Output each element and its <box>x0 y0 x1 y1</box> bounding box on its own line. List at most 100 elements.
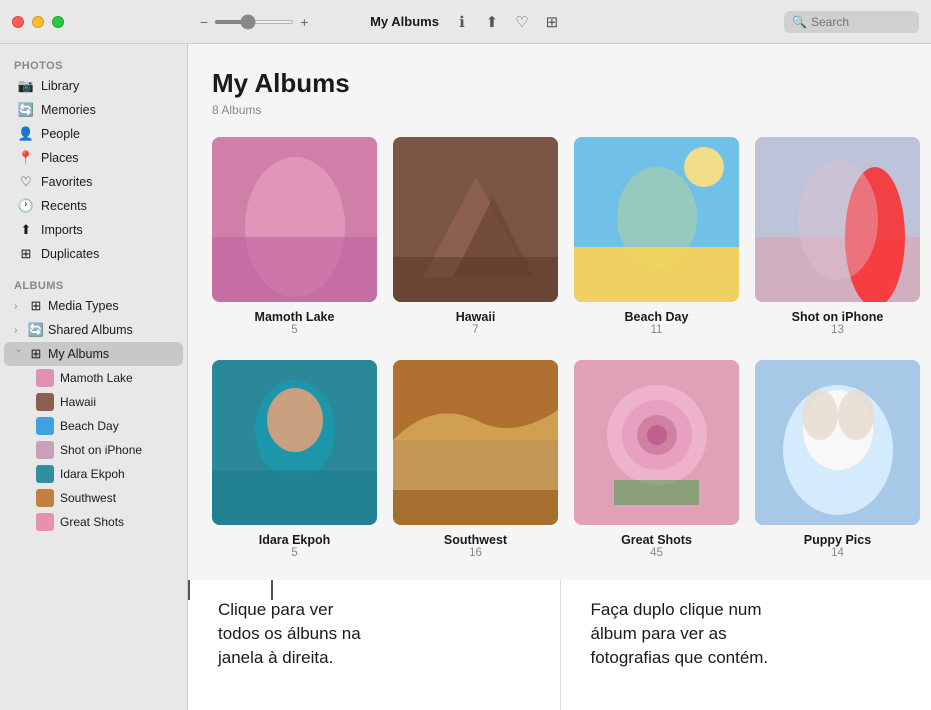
sidebar-group-shared-albums[interactable]: › 🔄 Shared Albums <box>4 318 183 342</box>
favorites-icon: ♡ <box>18 174 34 190</box>
album-thumbnail <box>755 137 920 302</box>
add-to-album-icon[interactable]: ⊞ <box>543 13 561 31</box>
sidebar-item-label: Recents <box>41 199 173 213</box>
annotation-text-left: Clique para vertodos os álbuns najanela … <box>218 598 361 669</box>
album-item-hawaii[interactable]: Hawaii 7 <box>393 137 558 336</box>
album-thumbnail <box>212 137 377 302</box>
sidebar-subitem-shot-on-iphone[interactable]: Shot on iPhone <box>4 438 183 462</box>
sidebar-subitem-southwest[interactable]: Southwest <box>4 486 183 510</box>
albums-grid: Mamoth Lake 5 Hawaii 7 <box>212 137 907 579</box>
sidebar-group-label: My Albums <box>48 347 109 361</box>
album-thumbnail <box>212 360 377 525</box>
search-input[interactable] <box>811 15 911 29</box>
sidebar-item-duplicates[interactable]: ⊞ Duplicates <box>4 242 183 266</box>
sidebar-item-places[interactable]: 📍 Places <box>4 146 183 170</box>
album-name: Mamoth Lake <box>255 310 335 324</box>
maximize-button[interactable] <box>52 16 64 28</box>
album-item-beach-day[interactable]: Beach Day 11 <box>574 137 739 336</box>
album-thumbnail <box>574 360 739 525</box>
album-count: 16 <box>469 547 482 559</box>
recents-icon: 🕐 <box>18 198 34 214</box>
traffic-lights <box>12 16 64 28</box>
shared-albums-icon: 🔄 <box>28 322 44 338</box>
sidebar-item-people[interactable]: 👤 People <box>4 122 183 146</box>
album-item-mamoth-lake[interactable]: Mamoth Lake 5 <box>212 137 377 336</box>
zoom-in-button[interactable]: + <box>300 14 308 30</box>
sidebar-subitem-beach-day[interactable]: Beach Day <box>4 414 183 438</box>
sidebar-group-label: Media Types <box>48 299 119 313</box>
album-thumb-mini <box>36 489 54 507</box>
sidebar-item-imports[interactable]: ⬆ Imports <box>4 218 183 242</box>
favorite-icon[interactable]: ♡ <box>513 13 531 31</box>
main-content: My Albums 8 Albums Mamoth Lake 5 <box>188 44 931 580</box>
album-thumbnail <box>393 360 558 525</box>
sidebar-item-memories[interactable]: 🔄 Memories <box>4 98 183 122</box>
album-count: 5 <box>291 547 297 559</box>
sidebar-item-label: Favorites <box>41 175 173 189</box>
sidebar-section-albums: Albums <box>0 274 187 294</box>
zoom-out-button[interactable]: − <box>200 14 208 30</box>
sidebar-item-recents[interactable]: 🕐 Recents <box>4 194 183 218</box>
album-count: 13 <box>831 324 844 336</box>
album-name: Idara Ekpoh <box>259 533 331 547</box>
album-count: 7 <box>472 324 478 336</box>
sidebar-subitem-label: Hawaii <box>60 395 96 409</box>
minimize-button[interactable] <box>32 16 44 28</box>
sidebar-group-media-types[interactable]: › ⊞ Media Types <box>4 294 183 318</box>
media-types-icon: ⊞ <box>28 298 44 314</box>
album-thumbnail <box>393 137 558 302</box>
my-albums-icon: ⊞ <box>28 346 44 362</box>
albums-count: 8 Albums <box>212 103 907 117</box>
sidebar-subitem-hawaii[interactable]: Hawaii <box>4 390 183 414</box>
sidebar-group-my-albums[interactable]: › ⊞ My Albums <box>4 342 183 366</box>
album-thumbnail <box>755 360 920 525</box>
annotation-overlay: Clique para vertodos os álbuns najanela … <box>188 580 931 710</box>
annotation-right: Faça duplo clique numálbum para ver asfo… <box>560 580 931 710</box>
titlebar-icons: ℹ ⬆ ♡ ⊞ <box>453 13 561 31</box>
sidebar-item-label: Memories <box>41 103 173 117</box>
sidebar-subitem-label: Great Shots <box>60 515 124 529</box>
album-item-southwest[interactable]: Southwest 16 <box>393 360 558 559</box>
sidebar-subitem-mamoth-lake[interactable]: Mamoth Lake <box>4 366 183 390</box>
page-title: My Albums <box>212 68 907 99</box>
sidebar-subitem-label: Beach Day <box>60 419 119 433</box>
album-item-puppy-pics[interactable]: Puppy Pics 14 <box>755 360 920 559</box>
search-box[interactable]: 🔍 <box>784 11 919 33</box>
sidebar-item-favorites[interactable]: ♡ Favorites <box>4 170 183 194</box>
people-icon: 👤 <box>18 126 34 142</box>
sidebar-subitem-idara-ekpoh[interactable]: Idara Ekpoh <box>4 462 183 486</box>
album-item-great-shots[interactable]: Great Shots 45 <box>574 360 739 559</box>
share-icon[interactable]: ⬆ <box>483 13 501 31</box>
titlebar-title: My Albums <box>370 14 439 29</box>
sidebar-item-label: Duplicates <box>41 247 173 261</box>
sidebar-item-library[interactable]: 📷 Library <box>4 74 183 98</box>
chevron-down-icon: › <box>14 349 24 359</box>
sidebar-subitem-great-shots[interactable]: Great Shots <box>4 510 183 534</box>
album-item-idara-ekpoh[interactable]: Idara Ekpoh 5 <box>212 360 377 559</box>
app-body: Photos 📷 Library 🔄 Memories 👤 People 📍 P… <box>0 44 931 710</box>
sidebar-item-label: People <box>41 127 173 141</box>
sidebar-item-label: Library <box>41 79 173 93</box>
titlebar-center: My Albums ℹ ⬆ ♡ ⊞ <box>370 13 561 31</box>
album-thumb-mini <box>36 393 54 411</box>
zoom-slider-area: − + <box>200 14 308 30</box>
sidebar-item-label: Places <box>41 151 173 165</box>
album-thumb-mini <box>36 417 54 435</box>
sidebar-group-label: Shared Albums <box>48 323 133 337</box>
chevron-right-icon: › <box>14 301 24 311</box>
sidebar-subitem-label: Idara Ekpoh <box>60 467 125 481</box>
album-thumb-mini <box>36 441 54 459</box>
album-count: 11 <box>651 324 663 336</box>
imports-icon: ⬆ <box>18 222 34 238</box>
album-item-shot-on-iphone[interactable]: Shot on iPhone 13 <box>755 137 920 336</box>
library-icon: 📷 <box>18 78 34 94</box>
close-button[interactable] <box>12 16 24 28</box>
album-name: Beach Day <box>625 310 689 324</box>
main-wrapper: My Albums 8 Albums Mamoth Lake 5 <box>188 44 931 710</box>
sidebar-subitem-label: Shot on iPhone <box>60 443 142 457</box>
sidebar-item-label: Imports <box>41 223 173 237</box>
zoom-slider[interactable] <box>214 20 294 24</box>
info-icon[interactable]: ℹ <box>453 13 471 31</box>
callout-line-right <box>188 580 190 600</box>
album-name: Hawaii <box>456 310 496 324</box>
